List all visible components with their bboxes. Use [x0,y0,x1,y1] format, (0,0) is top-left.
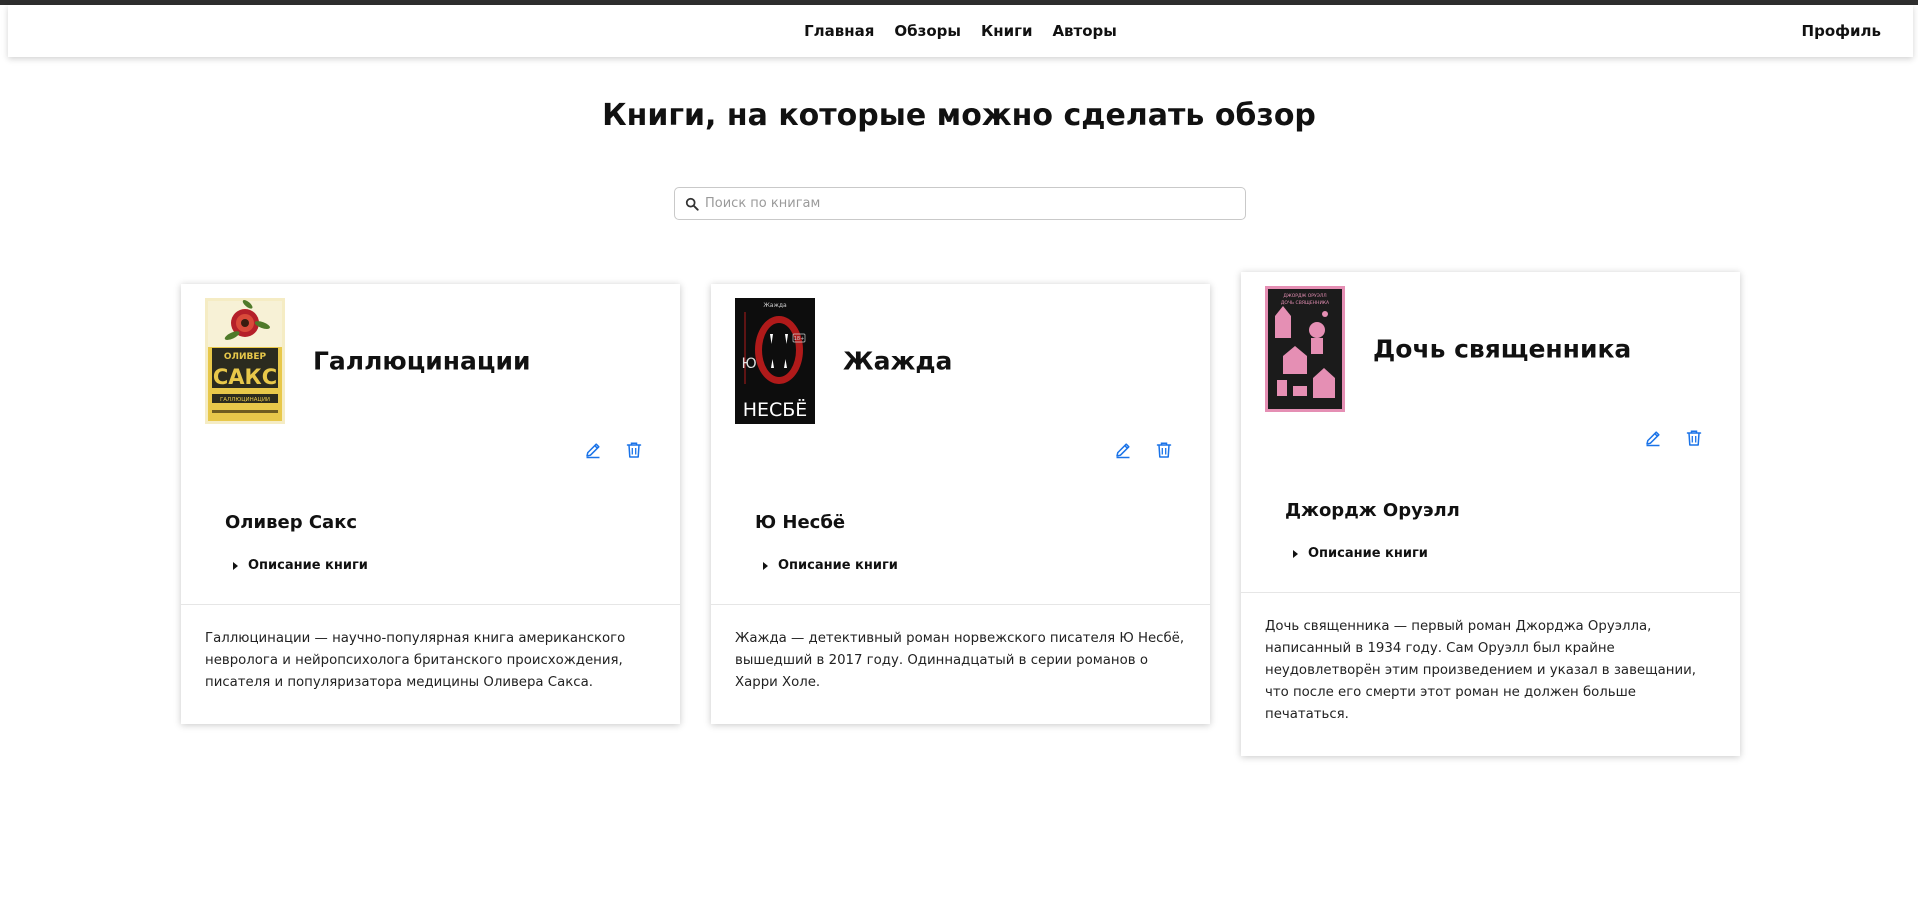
edit-button[interactable] [1112,439,1134,461]
delete-button[interactable] [623,439,645,461]
description-toggle[interactable]: Описание книги [763,558,898,573]
edit-button[interactable] [582,439,604,461]
cover-age-label: 18+ [794,336,805,342]
trash-icon [626,442,642,458]
pencil-icon [1116,443,1130,459]
search-input[interactable] [705,196,1225,211]
delete-button[interactable] [1153,439,1175,461]
book-author: Ю Несбё [755,512,846,533]
book-card: Жажда 18+ Ю НЕСБЁ Жажда Ю Несбё Описание… [711,284,1210,724]
cover-text-author: НЕСБЁ [743,398,808,421]
book-title: Галлюцинации [313,346,531,376]
cover-letter: Ю [741,356,756,372]
cover-text-author: ДЖОРДЖ ОРУЭЛЛ [1283,293,1326,299]
divider [1241,592,1740,593]
book-cover-image[interactable]: Жажда 18+ Ю НЕСБЁ [735,298,815,424]
nav-link-books[interactable]: Книги [981,22,1032,40]
nav-links: Главная Обзоры Книги Авторы [8,5,1913,57]
caret-right-icon [1293,549,1298,558]
description-toggle[interactable]: Описание книги [1293,546,1428,561]
book-author: Оливер Сакс [225,512,358,533]
book-card: ОЛИВЕР САКС ГАЛЛЮЦИНАЦИИ Галлюцинации Ол… [181,284,680,724]
divider [181,604,680,605]
search-box[interactable] [674,187,1246,220]
nav-link-home[interactable]: Главная [804,22,874,40]
pencil-icon [586,443,600,459]
book-description: Жажда — детективный роман норвежского пи… [735,631,1185,690]
divider [711,604,1210,605]
cover-text-title: САКС [213,365,277,389]
book-cover-image[interactable]: ДЖОРДЖ ОРУЭЛЛ ДОЧЬ СВЯЩЕННИКА [1265,286,1345,412]
book-description: Дочь священника — первый роман Джорджа О… [1265,619,1696,722]
book-cover-image[interactable]: ОЛИВЕР САКС ГАЛЛЮЦИНАЦИИ [205,298,285,424]
nav-link-reviews[interactable]: Обзоры [894,22,961,40]
cover-text-author: ОЛИВЕР [224,352,267,362]
cover-text-sub: ГАЛЛЮЦИНАЦИИ [220,397,270,403]
pencil-icon [1646,431,1660,447]
description-toggle-label: Описание книги [1308,546,1428,561]
book-card: ДЖОРДЖ ОРУЭЛЛ ДОЧЬ СВЯЩЕННИКА Дочь свяще… [1241,272,1740,756]
page-title: Книги, на которые можно сделать обзор [602,98,1316,133]
search-icon [685,197,699,211]
book-title: Дочь священника [1373,334,1632,364]
book-description: Галлюцинации — научно-популярная книга а… [205,631,626,690]
caret-right-icon [233,561,238,570]
book-author: Джордж Оруэлл [1285,500,1460,521]
cover-text-title: ДОЧЬ СВЯЩЕННИКА [1281,300,1330,306]
cover-text-top: Жажда [763,302,787,309]
nav-link-authors[interactable]: Авторы [1052,22,1116,40]
description-toggle-label: Описание книги [248,558,368,573]
trash-icon [1686,430,1702,446]
description-toggle[interactable]: Описание книги [233,558,368,573]
edit-button[interactable] [1642,427,1664,449]
nav-link-profile[interactable]: Профиль [1802,5,1881,57]
book-title: Жажда [843,346,953,376]
caret-right-icon [763,561,768,570]
description-toggle-label: Описание книги [778,558,898,573]
delete-button[interactable] [1683,427,1705,449]
trash-icon [1156,442,1172,458]
navbar: Главная Обзоры Книги Авторы Профиль [8,5,1913,57]
